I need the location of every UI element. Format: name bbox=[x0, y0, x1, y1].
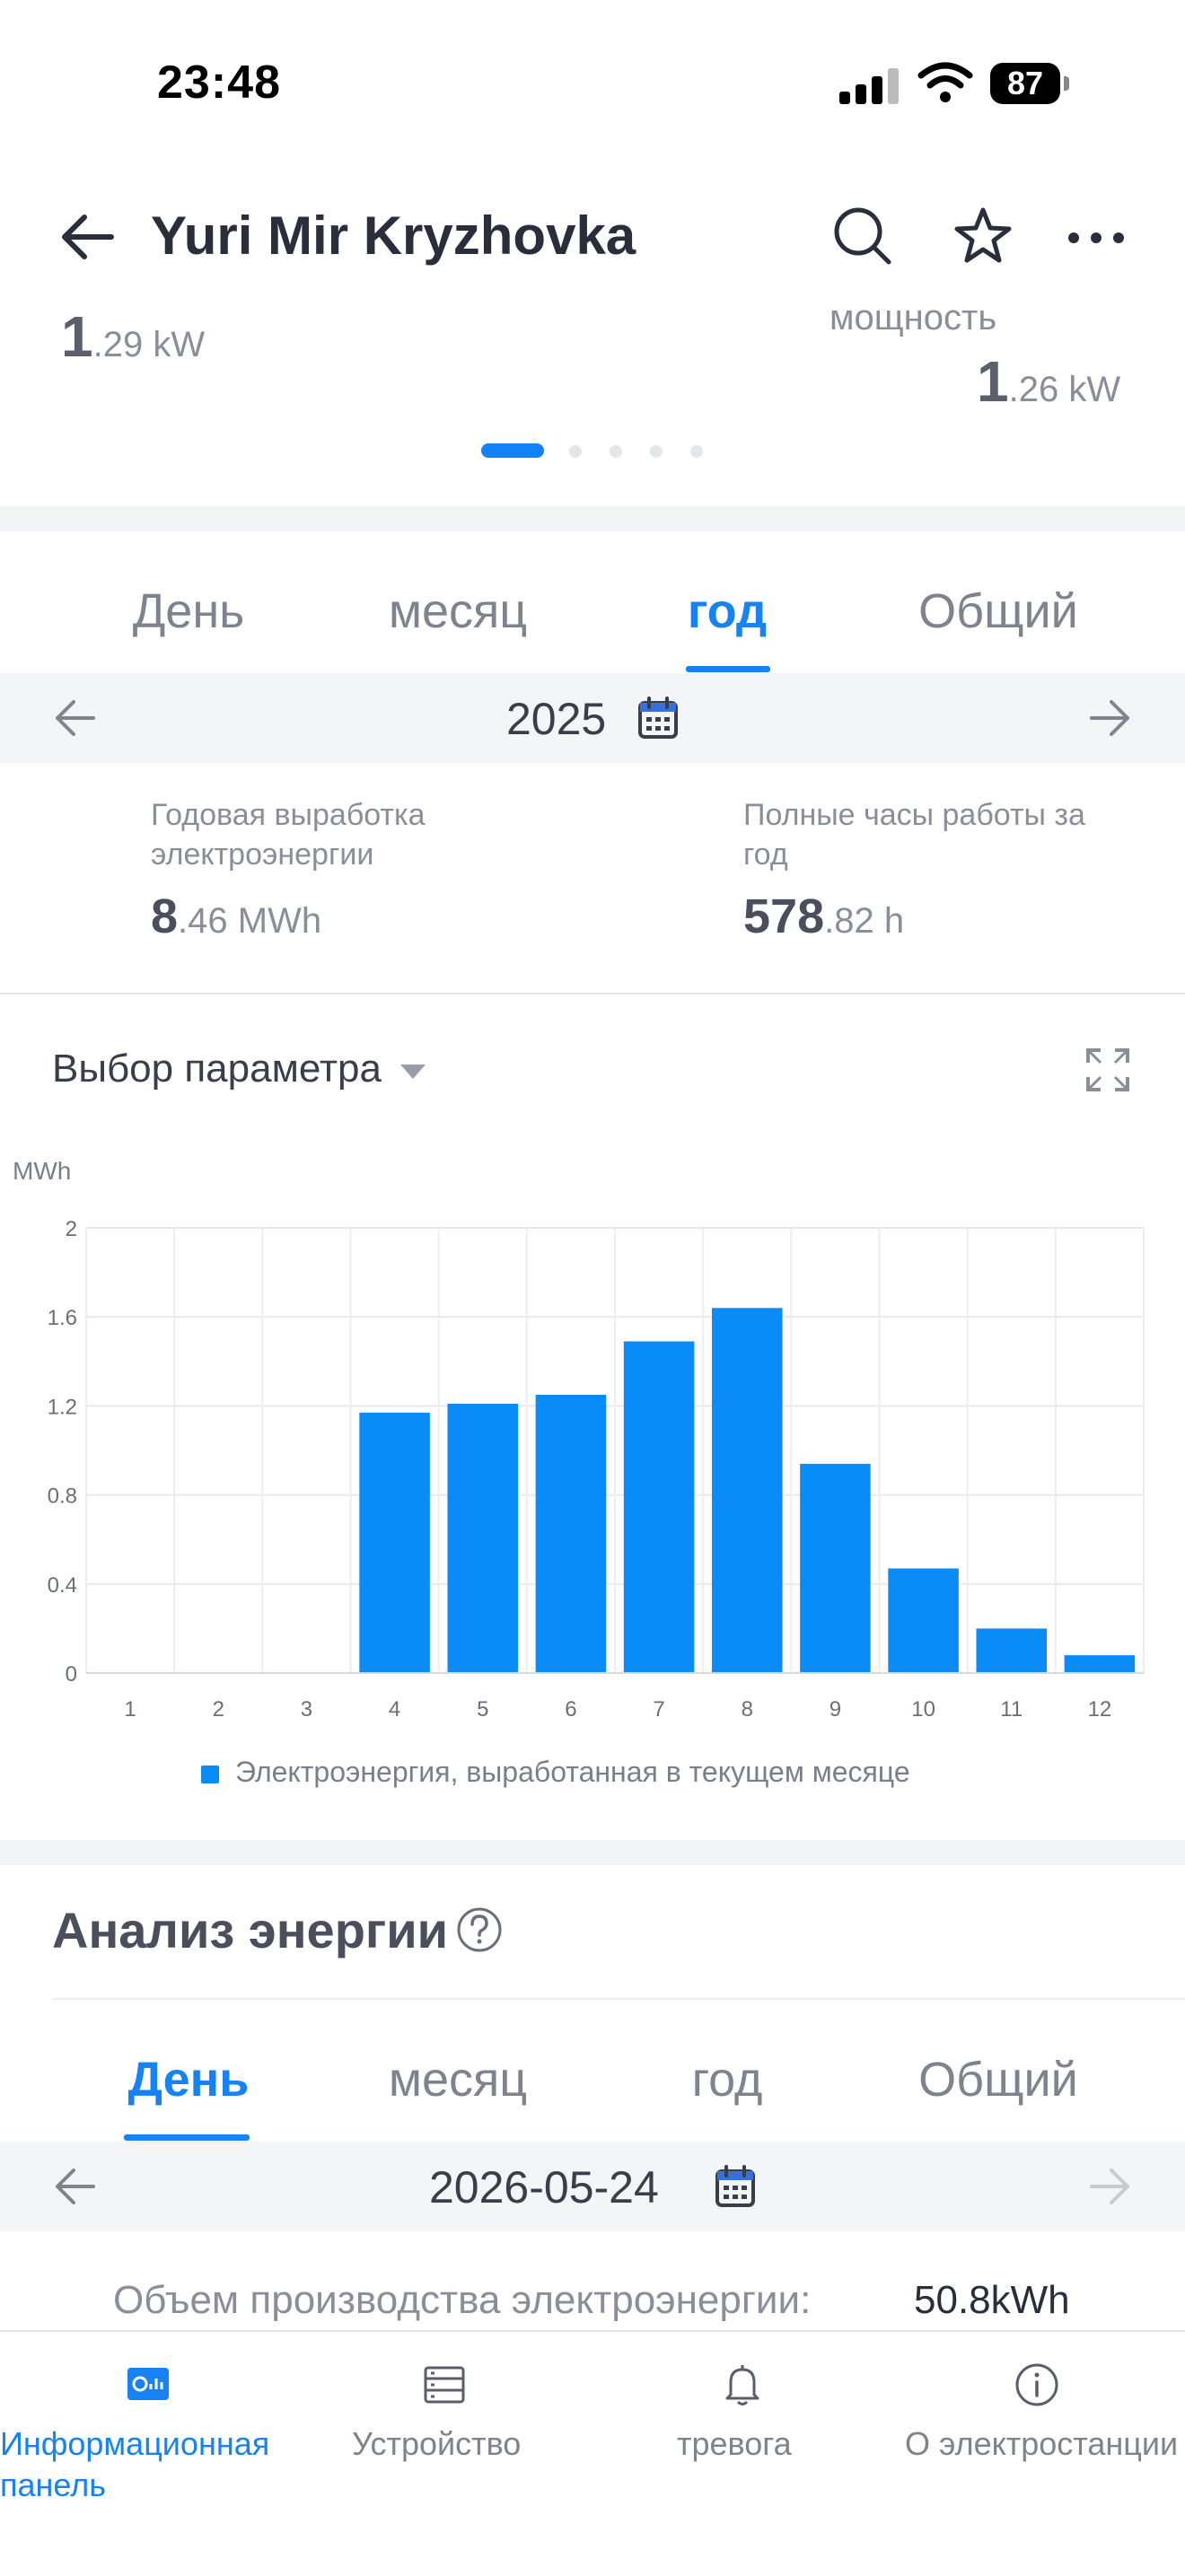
device-icon bbox=[424, 2366, 465, 2404]
info-icon bbox=[1015, 2363, 1058, 2406]
power-label: мощность bbox=[830, 298, 997, 337]
fullscreen-icon[interactable] bbox=[1084, 1047, 1131, 1093]
nav-alarm-label: тревога bbox=[677, 2425, 792, 2462]
caret-down-icon[interactable] bbox=[400, 1065, 426, 1079]
full-hours-value: 578.82 h bbox=[743, 889, 905, 943]
full-hours-label: Полные часы работы за год bbox=[743, 798, 1085, 872]
back-arrow-icon[interactable] bbox=[61, 214, 115, 260]
tab-day[interactable]: День bbox=[99, 583, 278, 639]
power-value: 1.26 kW bbox=[977, 349, 1121, 414]
nav-about-label: О электростанции bbox=[905, 2425, 1179, 2462]
chart-legend[interactable]: Электроэнергия, выработанная в текущем м… bbox=[201, 1756, 910, 1789]
tab-total[interactable]: Общий bbox=[908, 583, 1088, 639]
wifi-icon bbox=[917, 62, 973, 102]
y-tick-label: 2 bbox=[66, 1217, 77, 1241]
y-tick-label: 1.6 bbox=[48, 1306, 77, 1330]
bar-month-12 bbox=[1064, 1655, 1136, 1673]
x-tick-label: 4 bbox=[389, 1697, 400, 1722]
production-label: Объем производства электроэнергии: bbox=[113, 2278, 812, 2322]
bar-month-5 bbox=[447, 1403, 519, 1673]
x-tick-label: 5 bbox=[477, 1697, 488, 1722]
date-value[interactable]: 2025 bbox=[506, 693, 606, 745]
nav-device-label: Устройство bbox=[352, 2425, 522, 2462]
legend-swatch bbox=[201, 1766, 219, 1783]
next-arrow-icon[interactable] bbox=[1088, 698, 1131, 738]
star-icon[interactable] bbox=[953, 206, 1013, 266]
section-separator-2 bbox=[0, 1840, 1185, 1865]
x-tick-label: 9 bbox=[830, 1697, 841, 1722]
tab-year[interactable]: год bbox=[637, 583, 817, 639]
bottom-navigation: Информационная панель Устройство тревога… bbox=[0, 2330, 1185, 2576]
x-tick-label: 12 bbox=[1088, 1697, 1112, 1722]
page-indicator bbox=[481, 443, 715, 458]
cellular-signal-icon bbox=[839, 66, 902, 104]
y-axis-label: MWh bbox=[13, 1157, 71, 1185]
tab-month[interactable]: месяц bbox=[368, 583, 548, 639]
dashboard-icon bbox=[127, 2368, 169, 2400]
x-tick-label: 7 bbox=[653, 1697, 664, 1722]
section-separator bbox=[0, 506, 1185, 531]
annual-generation-label: Годовая выработка электроэнергии bbox=[151, 798, 426, 872]
y-tick-label: 0.4 bbox=[48, 1573, 77, 1598]
yearly-bar-chart: MWh 00.40.81.21.621 2 3 4 5 6 7 8 9 10 11 12 bbox=[13, 1157, 1145, 1722]
search-icon[interactable] bbox=[833, 206, 892, 266]
annual-generation-value: 8.46 MWh bbox=[151, 889, 322, 943]
x-tick-label: 1 bbox=[124, 1697, 136, 1722]
prev-arrow-icon[interactable] bbox=[54, 2167, 97, 2206]
bar-month-4 bbox=[359, 1412, 430, 1673]
tab-indicator bbox=[686, 666, 770, 672]
x-tick-label: 6 bbox=[565, 1697, 576, 1722]
tab-month-energy[interactable]: месяц bbox=[368, 2052, 548, 2107]
parameter-select[interactable]: Выбор параметра bbox=[52, 1047, 382, 1091]
nav-dashboard-label: Информационная панель bbox=[0, 2425, 270, 2503]
y-tick-label: 1.2 bbox=[48, 1395, 77, 1419]
battery-level: 87 bbox=[990, 63, 1060, 104]
bell-icon bbox=[725, 2365, 759, 2405]
energy-analysis-title: Анализ энергии bbox=[52, 1902, 449, 1958]
more-icon[interactable] bbox=[1066, 208, 1126, 267]
legend-label: Электроэнергия, выработанная в текущем м… bbox=[235, 1756, 910, 1788]
bar-month-10 bbox=[888, 1568, 959, 1673]
tab-indicator bbox=[124, 2134, 250, 2141]
prev-arrow-icon[interactable] bbox=[54, 698, 97, 738]
next-arrow-icon[interactable] bbox=[1088, 2167, 1131, 2206]
current-power: 1.29 kW bbox=[61, 304, 206, 369]
calendar-icon[interactable] bbox=[715, 2165, 756, 2208]
x-tick-label: 3 bbox=[301, 1697, 312, 1722]
bar-month-11 bbox=[976, 1628, 1048, 1673]
date-selector-energy: 2026-05-24 bbox=[0, 2142, 1185, 2231]
x-tick-label: 11 bbox=[1000, 1697, 1023, 1722]
y-tick-label: 0.8 bbox=[48, 1485, 77, 1509]
date-selector: 2025 bbox=[0, 673, 1185, 763]
tab-day-energy[interactable]: День bbox=[99, 2052, 278, 2107]
tab-total-energy[interactable]: Общий bbox=[908, 2052, 1088, 2107]
page-title: Yuri Mir Kryzhovka bbox=[151, 206, 636, 266]
battery-icon: 87 bbox=[990, 63, 1071, 106]
bar-month-8 bbox=[711, 1308, 783, 1673]
production-value: 50.8kWh bbox=[914, 2278, 1070, 2322]
bar-month-7 bbox=[623, 1341, 695, 1673]
y-tick-label: 0 bbox=[66, 1662, 77, 1687]
bar-month-6 bbox=[535, 1395, 607, 1673]
status-time: 23:48 bbox=[157, 57, 281, 109]
tab-year-energy[interactable]: год bbox=[637, 2052, 817, 2107]
bar-month-9 bbox=[800, 1463, 871, 1673]
date-value[interactable]: 2026-05-24 bbox=[429, 2161, 659, 2213]
divider bbox=[52, 1998, 1185, 2000]
x-tick-label: 2 bbox=[213, 1697, 224, 1722]
help-icon[interactable] bbox=[456, 1906, 503, 1953]
calendar-icon[interactable] bbox=[637, 697, 679, 740]
divider bbox=[0, 993, 1185, 994]
x-tick-label: 8 bbox=[742, 1697, 753, 1722]
x-tick-label: 10 bbox=[911, 1697, 935, 1722]
